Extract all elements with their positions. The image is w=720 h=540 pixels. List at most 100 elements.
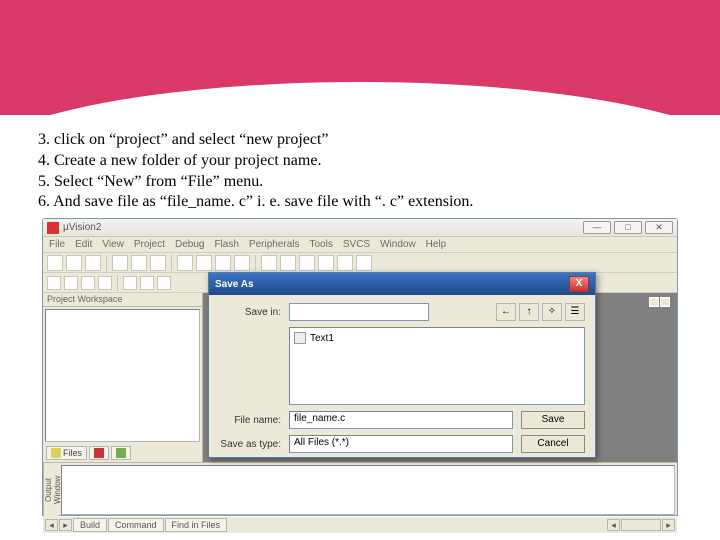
toolbar-button[interactable] xyxy=(98,276,112,290)
scroll-right-button[interactable]: ▸ xyxy=(59,519,72,531)
file-list[interactable]: Text1 xyxy=(289,327,585,405)
filename-label: File name: xyxy=(219,415,281,426)
toolbar-button[interactable] xyxy=(47,276,61,290)
savein-dropdown[interactable] xyxy=(289,303,429,321)
toolbar-button[interactable] xyxy=(196,255,212,271)
toolbar-button[interactable] xyxy=(150,255,166,271)
toolbar-button[interactable] xyxy=(356,255,372,271)
toolbar-separator xyxy=(117,275,118,291)
toolbar-button[interactable] xyxy=(280,255,296,271)
workspace-tab-books[interactable] xyxy=(111,446,131,460)
toolbar-separator xyxy=(255,255,256,271)
menu-edit[interactable]: Edit xyxy=(75,239,92,250)
scrollbar-group: ◂ ▸ xyxy=(607,519,675,531)
maximize-button[interactable]: □ xyxy=(614,221,642,234)
instruction-line: 5. Select “New” from “File” menu. xyxy=(38,172,688,193)
toolbar-button[interactable] xyxy=(318,255,334,271)
menu-peripherals[interactable]: Peripherals xyxy=(249,239,300,250)
dialog-titlebar: Save As X xyxy=(209,273,595,295)
toolbar-button[interactable] xyxy=(81,276,95,290)
output-panel: Output Window xyxy=(43,463,677,517)
saveas-label: Save as type: xyxy=(219,439,281,450)
toolbar-button[interactable] xyxy=(157,276,171,290)
close-button[interactable]: ✕ xyxy=(645,221,673,234)
save-as-dialog: Save As X Save in: ← ↑ ✧ ☰ Text1 File na… xyxy=(208,272,596,458)
toolbar-button[interactable] xyxy=(234,255,250,271)
workspace-tab-label: Files xyxy=(63,448,82,458)
menu-debug[interactable]: Debug xyxy=(175,239,204,250)
output-tab-find[interactable]: Find in Files xyxy=(165,518,228,532)
scroll-right-button[interactable]: ▸ xyxy=(662,519,675,531)
menu-help[interactable]: Help xyxy=(426,239,447,250)
minimize-button[interactable]: — xyxy=(583,221,611,234)
output-tab-command[interactable]: Command xyxy=(108,518,164,532)
output-tabs: ◂ ▸ Build Command Find in Files ◂ ▸ xyxy=(43,517,677,533)
menu-view[interactable]: View xyxy=(102,239,124,250)
toolbar-button[interactable] xyxy=(140,276,154,290)
saveas-value: All Files (*.*) xyxy=(294,437,349,448)
cancel-button[interactable]: Cancel xyxy=(521,435,585,453)
menu-svcs[interactable]: SVCS xyxy=(343,239,370,250)
mdi-close[interactable] xyxy=(660,297,670,307)
file-item[interactable]: Text1 xyxy=(294,332,580,344)
toolbar-button[interactable] xyxy=(215,255,231,271)
menu-file[interactable]: File xyxy=(49,239,65,250)
workspace-tabs: Files xyxy=(43,444,202,462)
workspace-tab-files[interactable]: Files xyxy=(46,446,87,460)
scroll-left-button[interactable]: ◂ xyxy=(607,519,620,531)
toolbar-separator xyxy=(106,255,107,271)
file-icon xyxy=(294,332,306,344)
output-tab-build[interactable]: Build xyxy=(73,518,107,532)
dialog-title: Save As xyxy=(215,279,569,290)
books-icon xyxy=(116,448,126,458)
menubar: File Edit View Project Debug Flash Perip… xyxy=(43,237,677,253)
nav-up-button[interactable]: ↑ xyxy=(519,303,539,321)
instruction-line: 4. Create a new folder of your project n… xyxy=(38,151,688,172)
toolbar-1 xyxy=(43,253,677,273)
folder-nav: ← ↑ ✧ ☰ xyxy=(496,303,585,321)
nav-back-button[interactable]: ← xyxy=(496,303,516,321)
dialog-close-button[interactable]: X xyxy=(569,276,589,292)
instruction-line: 3. click on “project” and select “new pr… xyxy=(38,130,688,151)
ide-titlebar: µVision2 — □ ✕ xyxy=(43,219,677,237)
menu-tools[interactable]: Tools xyxy=(310,239,333,250)
toolbar-button[interactable] xyxy=(47,255,63,271)
save-button[interactable]: Save xyxy=(521,411,585,429)
toolbar-separator xyxy=(171,255,172,271)
filename-value: file_name.c xyxy=(294,413,345,424)
app-title: µVision2 xyxy=(63,222,583,233)
toolbar-button[interactable] xyxy=(112,255,128,271)
instruction-list: 3. click on “project” and select “new pr… xyxy=(38,130,688,213)
slide-content: 3. click on “project” and select “new pr… xyxy=(38,130,688,219)
instruction-line: 6. And save file as “file_name. c” i. e.… xyxy=(38,192,688,213)
toolbar-button[interactable] xyxy=(299,255,315,271)
toolbar-button[interactable] xyxy=(177,255,193,271)
saveas-type-dropdown[interactable]: All Files (*.*) xyxy=(289,435,513,453)
toolbar-button[interactable] xyxy=(66,255,82,271)
workspace-header: Project Workspace xyxy=(43,293,202,307)
menu-window[interactable]: Window xyxy=(380,239,416,250)
toolbar-button[interactable] xyxy=(337,255,353,271)
project-workspace-panel: Project Workspace Files xyxy=(43,293,203,462)
filename-input[interactable]: file_name.c xyxy=(289,411,513,429)
scroll-left-button[interactable]: ◂ xyxy=(45,519,58,531)
workspace-tab-regs[interactable] xyxy=(89,446,109,460)
toolbar-button[interactable] xyxy=(131,255,147,271)
scrollbar-thumb[interactable] xyxy=(621,519,661,531)
file-name: Text1 xyxy=(310,333,334,344)
toolbar-button[interactable] xyxy=(85,255,101,271)
nav-views-button[interactable]: ☰ xyxy=(565,303,585,321)
nav-newfolder-button[interactable]: ✧ xyxy=(542,303,562,321)
output-body[interactable] xyxy=(61,465,675,515)
toolbar-button[interactable] xyxy=(123,276,137,290)
mdi-controls xyxy=(649,297,673,311)
workspace-tree[interactable] xyxy=(45,309,200,442)
files-icon xyxy=(51,448,61,458)
toolbar-button[interactable] xyxy=(261,255,277,271)
app-icon xyxy=(47,222,59,234)
menu-project[interactable]: Project xyxy=(134,239,165,250)
dialog-body: Save in: ← ↑ ✧ ☰ Text1 File name: file_n… xyxy=(209,295,595,467)
toolbar-button[interactable] xyxy=(64,276,78,290)
menu-flash[interactable]: Flash xyxy=(214,239,238,250)
mdi-minimize[interactable] xyxy=(649,297,659,307)
